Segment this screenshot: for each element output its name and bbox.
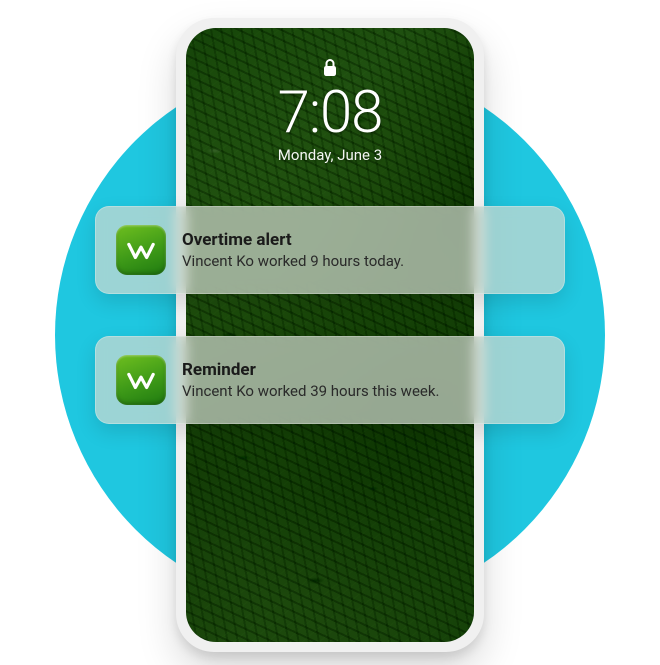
lockscreen-header: 7:08 Monday, June 3: [278, 58, 383, 164]
notification-stack: Overtime alert Vincent Ko worked 9 hours…: [95, 206, 565, 424]
notification-message: Vincent Ko worked 39 hours this week.: [182, 382, 544, 400]
notification-message: Vincent Ko worked 9 hours today.: [182, 252, 544, 270]
scene: 7:08 Monday, June 3 Overtime alert Vince…: [0, 0, 660, 665]
app-icon: [116, 355, 166, 405]
app-icon: [116, 225, 166, 275]
lock-icon: [322, 58, 338, 78]
notification-card[interactable]: Reminder Vincent Ko worked 39 hours this…: [95, 336, 565, 424]
app-logo-icon: [126, 365, 156, 395]
notification-body: Reminder Vincent Ko worked 39 hours this…: [182, 360, 544, 400]
notification-title: Reminder: [182, 360, 544, 380]
clock-date: Monday, June 3: [278, 146, 382, 164]
notification-body: Overtime alert Vincent Ko worked 9 hours…: [182, 230, 544, 270]
notification-title: Overtime alert: [182, 230, 544, 250]
app-logo-icon: [126, 235, 156, 265]
notification-card[interactable]: Overtime alert Vincent Ko worked 9 hours…: [95, 206, 565, 294]
clock-time: 7:08: [278, 84, 383, 142]
